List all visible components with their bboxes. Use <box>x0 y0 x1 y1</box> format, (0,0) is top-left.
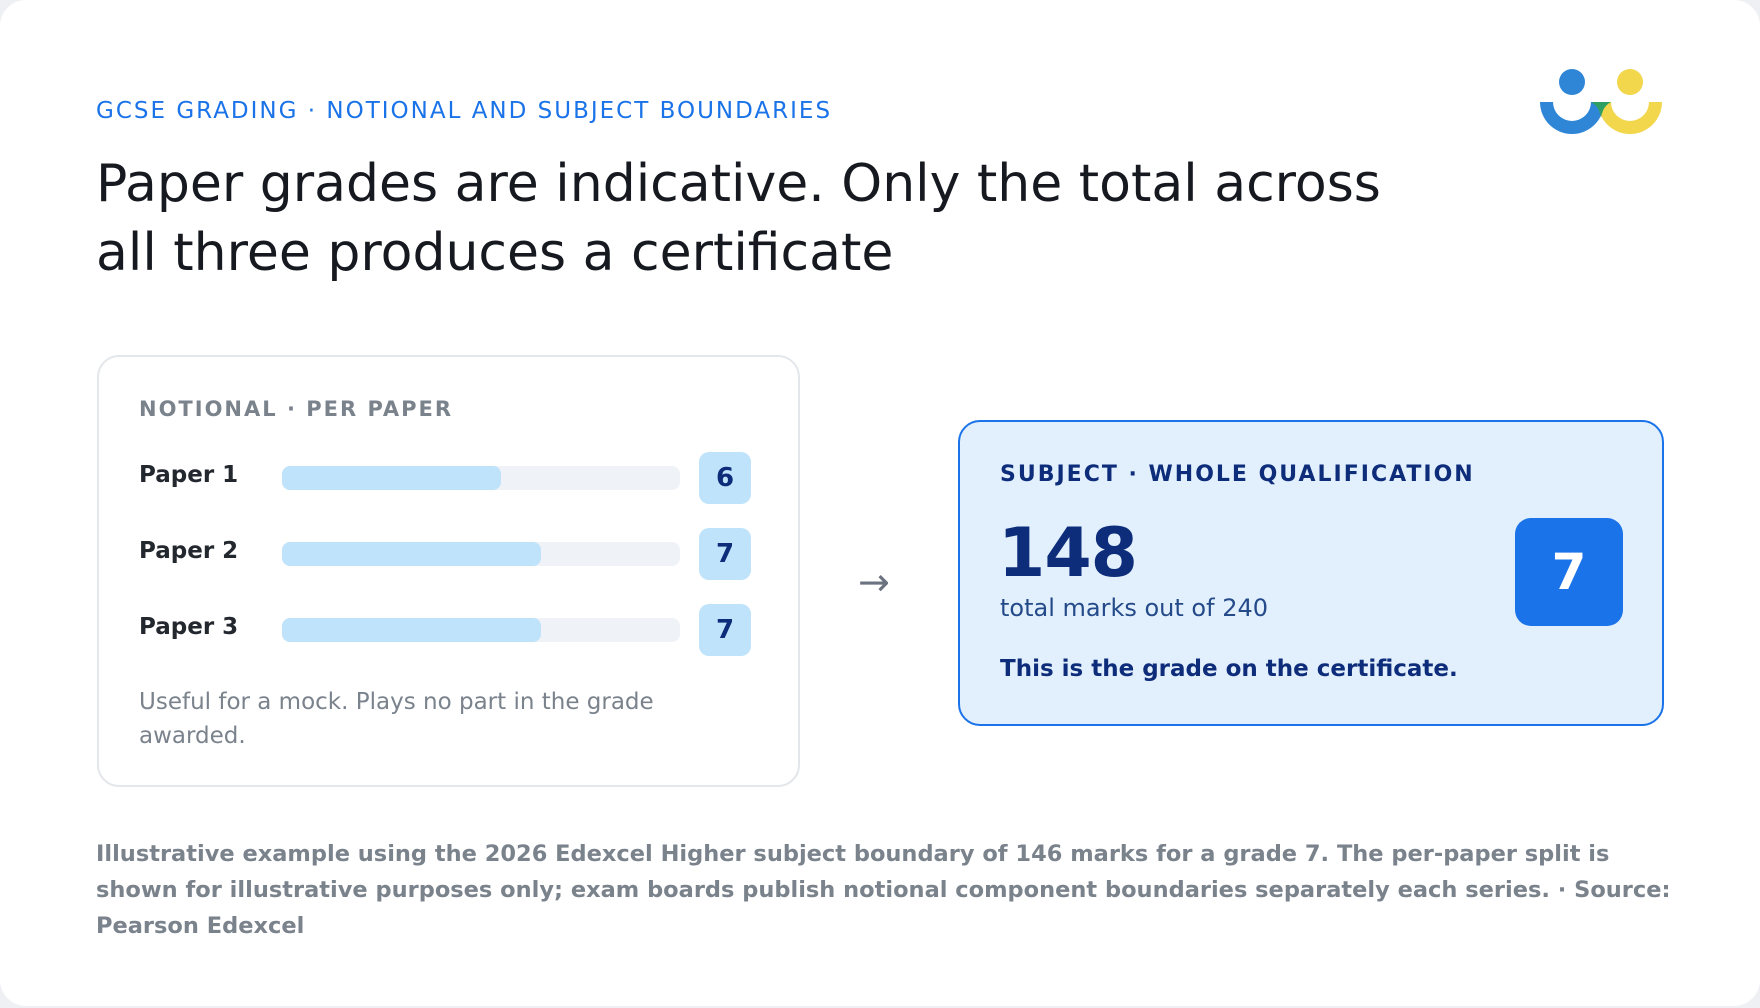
paper-name: Paper 3 <box>139 614 239 640</box>
bar-track <box>282 618 680 642</box>
bar-fill-paper-1 <box>282 466 501 490</box>
paper-row: Paper 2 7 <box>139 528 759 580</box>
arrow-right-icon: → <box>858 560 890 604</box>
grade-chip: 6 <box>699 452 751 504</box>
paper-name: Paper 1 <box>139 462 239 488</box>
total-marks-caption: total marks out of 240 <box>1000 594 1268 622</box>
paper-row: Paper 3 7 <box>139 604 759 656</box>
subject-grade-badge: 7 <box>1515 518 1623 626</box>
bar-track <box>282 542 680 566</box>
paper-row: Paper 1 6 <box>139 452 759 504</box>
paper-name: Paper 2 <box>139 538 239 564</box>
page-title: Paper grades are indicative. Only the to… <box>96 154 1381 283</box>
grade-chip: 7 <box>699 604 751 656</box>
subject-panel-label: SUBJECT · WHOLE QUALIFICATION <box>1000 462 1475 487</box>
subject-panel: SUBJECT · WHOLE QUALIFICATION 148 total … <box>958 420 1664 726</box>
infographic-card: GCSE GRADING · NOTIONAL AND SUBJECT BOUN… <box>0 0 1760 1006</box>
notional-panel-note: Useful for a mock. Plays no part in the … <box>139 689 654 749</box>
people-logo-icon <box>1536 68 1666 148</box>
grade-chip: 7 <box>699 528 751 580</box>
total-marks-value: 148 <box>998 514 1138 593</box>
bar-track <box>282 466 680 490</box>
eyebrow-label: GCSE GRADING · NOTIONAL AND SUBJECT BOUN… <box>96 98 833 124</box>
notional-panel: NOTIONAL · PER PAPER Paper 1 6 Paper 2 7… <box>97 355 800 787</box>
notional-panel-label: NOTIONAL · PER PAPER <box>139 397 454 421</box>
footnote: Illustrative example using the 2026 Edex… <box>96 841 1671 939</box>
certificate-note: This is the grade on the certificate. <box>1000 656 1458 682</box>
bar-fill-paper-3 <box>282 618 541 642</box>
bar-fill-paper-2 <box>282 542 541 566</box>
